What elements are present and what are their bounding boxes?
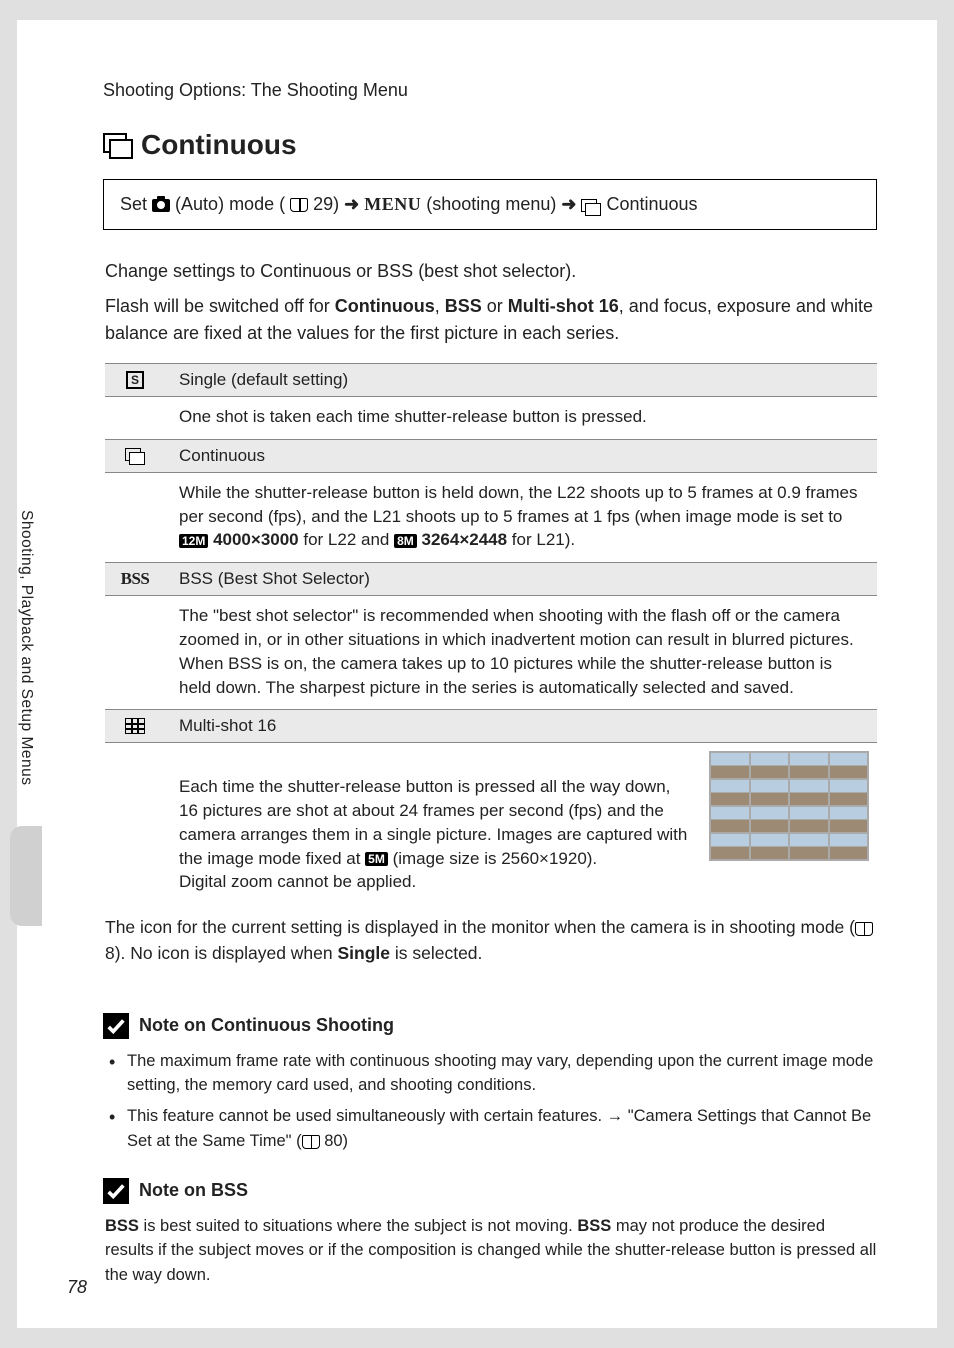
note-list-continuous: The maximum frame rate with continuous s… [105, 1049, 877, 1154]
nav-text: (shooting menu) [426, 194, 561, 214]
single-mode-icon: S [113, 371, 157, 389]
nav-text: Continuous [606, 194, 697, 214]
title-text: Continuous [141, 129, 297, 161]
list-item: The maximum frame rate with continuous s… [105, 1049, 877, 1099]
page-title: Continuous [103, 129, 877, 161]
arrow-icon: ➜ [344, 194, 359, 214]
image-mode-badge-5m: 5M [365, 852, 388, 866]
option-label: Multi-shot 16 [179, 716, 276, 736]
book-reference-icon [302, 1135, 320, 1149]
nav-text: Set [120, 194, 152, 214]
check-icon [103, 1013, 129, 1039]
check-icon [103, 1178, 129, 1204]
option-label: Continuous [179, 446, 265, 466]
list-item: This feature cannot be used simultaneous… [105, 1104, 877, 1154]
sidebar-tab [10, 826, 42, 926]
note-heading-bss: Note on BSS [103, 1178, 877, 1204]
section-header: Shooting Options: The Shooting Menu [103, 80, 877, 101]
note-heading-continuous: Note on Continuous Shooting [103, 1013, 877, 1039]
post-text: The icon for the current setting is disp… [105, 914, 877, 967]
intro-paragraph: Change settings to Continuous or BSS (be… [105, 258, 877, 285]
option-body-bss: The "best shot selector" is recommended … [105, 596, 877, 709]
nav-text: (Auto) mode ( [175, 194, 285, 214]
continuous-mode-icon [103, 133, 133, 157]
option-header-multishot: Multi-shot 16 [105, 709, 877, 743]
intro-paragraph: Flash will be switched off for Continuou… [105, 293, 877, 347]
menu-navigation-box: Set (Auto) mode ( 29) ➜ MENU (shooting m… [103, 179, 877, 230]
option-body-continuous: While the shutter-release button is held… [105, 473, 877, 562]
option-header-continuous: Continuous [105, 439, 877, 473]
page-number: 78 [67, 1277, 87, 1298]
option-body-multishot: Each time the shutter-release button is … [105, 743, 877, 904]
sidebar: Shooting, Playback and Setup Menus [7, 500, 45, 1308]
book-reference-icon [290, 198, 308, 212]
option-label: Single (default setting) [179, 370, 348, 390]
continuous-mode-icon [581, 199, 601, 215]
camera-icon [152, 199, 170, 212]
option-body-single: One shot is taken each time shutter-rele… [105, 397, 877, 439]
image-mode-badge-12m: 12M [179, 534, 208, 548]
document-page: Shooting Options: The Shooting Menu Cont… [17, 20, 937, 1328]
menu-label: MENU [364, 194, 421, 214]
continuous-mode-icon [113, 448, 157, 464]
option-label: BSS (Best Shot Selector) [179, 569, 370, 589]
note-paragraph-bss: BSS is best suited to situations where t… [105, 1214, 877, 1288]
book-reference-icon [855, 922, 873, 936]
nav-text: 29) [313, 194, 344, 214]
multishot-mode-icon [113, 718, 157, 734]
image-mode-badge-8m: 8M [394, 534, 417, 548]
option-header-single: S Single (default setting) [105, 363, 877, 397]
option-header-bss: BSS BSS (Best Shot Selector) [105, 562, 877, 596]
options-table: S Single (default setting) One shot is t… [105, 363, 877, 904]
sidebar-label: Shooting, Playback and Setup Menus [7, 500, 45, 796]
bss-mode-icon: BSS [113, 569, 157, 589]
arrow-icon: ➜ [561, 194, 576, 214]
multishot-thumbnail-grid [709, 751, 869, 861]
